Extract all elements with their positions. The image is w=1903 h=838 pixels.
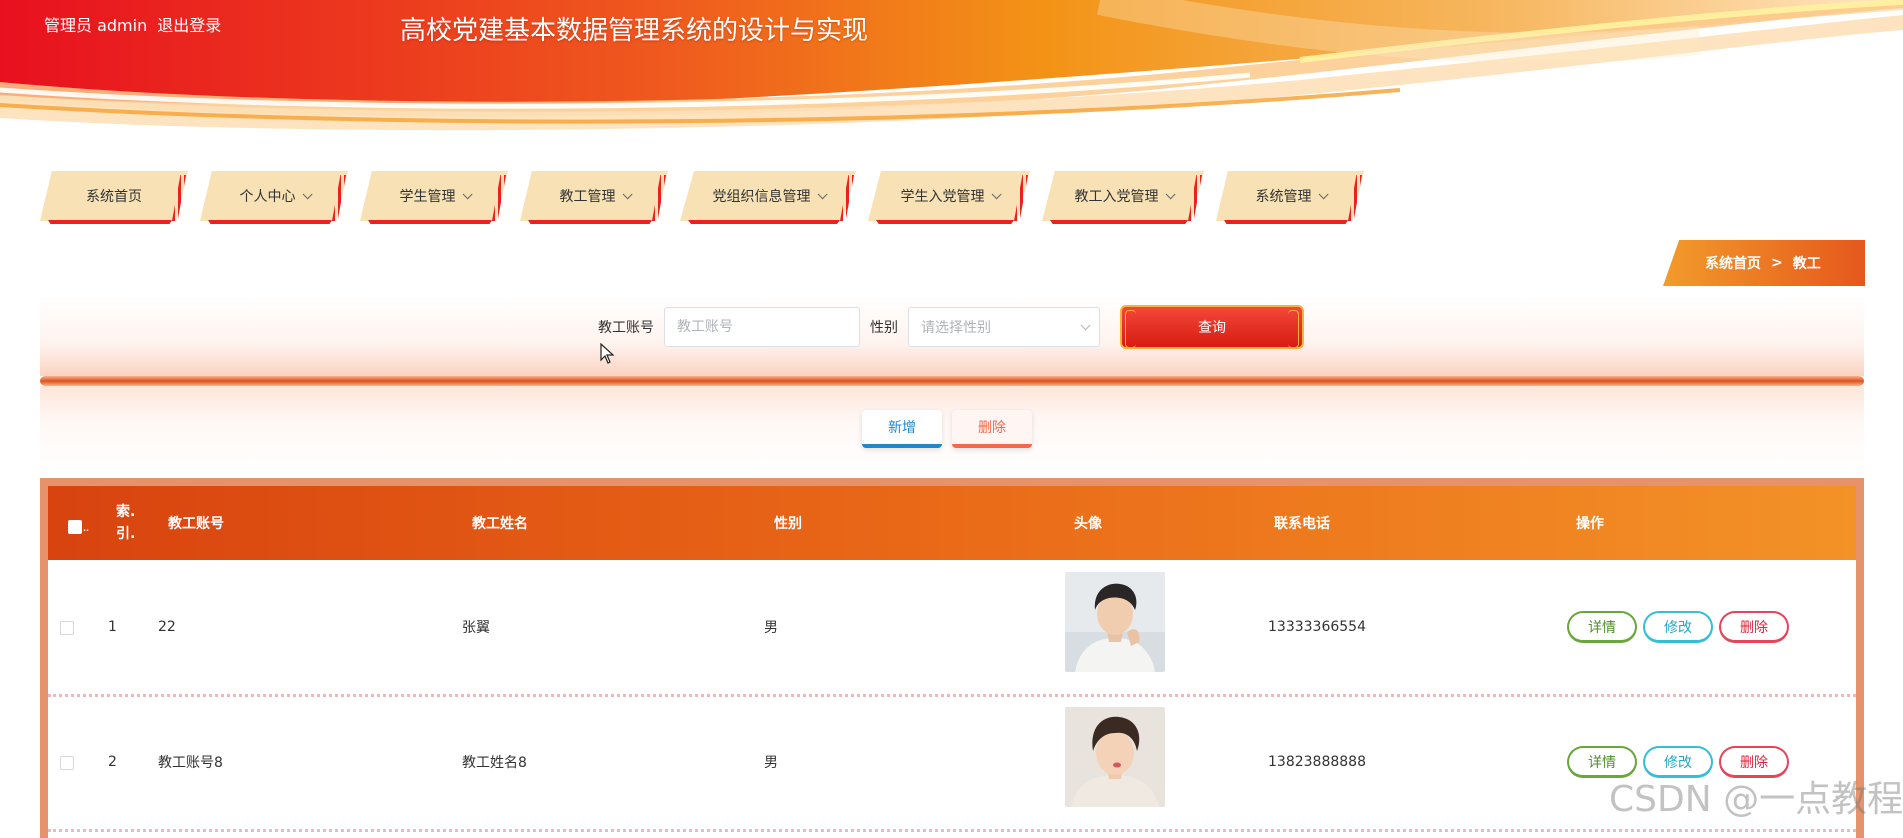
- header-index-line1: 索.: [116, 504, 136, 520]
- gender-label: 性别: [870, 320, 898, 336]
- row-account: 教工账号8: [158, 755, 223, 771]
- batch-delete-button[interactable]: 删除: [952, 410, 1032, 448]
- nav-item-label: 学生管理: [399, 189, 456, 205]
- table-header: .. 索. 引. 教工账号 教工姓名 性别 头像 联系电话 操作: [48, 486, 1856, 560]
- account-search-input[interactable]: [664, 307, 860, 347]
- header-name: 教工姓名: [472, 516, 528, 532]
- add-button-label: 新增: [888, 420, 916, 436]
- table-row: 2 教工账号8 教工姓名8 男 13823888888 详情 修改 删除: [48, 695, 1856, 829]
- breadcrumb-current: 教工: [1792, 256, 1821, 272]
- header-phone: 联系电话: [1274, 516, 1330, 532]
- nav-item-label: 系统管理: [1255, 189, 1312, 205]
- user-info: 管理员 admin 退出登录: [44, 12, 221, 36]
- row-avatar[interactable]: [1065, 572, 1165, 672]
- chevron-down-icon: [817, 188, 828, 199]
- row-checkbox[interactable]: [60, 756, 74, 770]
- header-index-line2: 引.: [116, 526, 136, 542]
- avatar-photo-icon: [1065, 572, 1165, 672]
- avatar-photo-icon: [1065, 707, 1165, 807]
- mouse-cursor-icon: [600, 343, 615, 364]
- table-row: 1 22 张翼 男 13333366554 详情 修改 删除: [48, 560, 1856, 694]
- row-divider: [48, 829, 1856, 832]
- gender-select[interactable]: 请选择性别: [908, 307, 1100, 347]
- breadcrumb: 系统首页 > 教工: [1663, 240, 1865, 286]
- watermark: CSDN @一点教程: [1609, 779, 1903, 820]
- breadcrumb-separator: >: [1771, 255, 1783, 271]
- row-delete-button[interactable]: 删除: [1719, 611, 1789, 643]
- row-detail-button[interactable]: 详情: [1567, 611, 1637, 643]
- current-user-label: 管理员 admin: [44, 16, 148, 35]
- search-form: 教工账号 性别 请选择性别 查询: [598, 305, 1304, 349]
- row-index: 1: [108, 619, 117, 635]
- header-gender: 性别: [774, 516, 802, 532]
- table-actions: 新增 删除: [862, 410, 1032, 448]
- banner-background: [0, 0, 1903, 150]
- nav-item-label: 学生入党管理: [900, 189, 985, 205]
- nav-item-label: 教工管理: [559, 189, 616, 205]
- row-gender: 男: [764, 755, 778, 771]
- row-name: 张翼: [462, 620, 490, 636]
- chevron-down-icon: [462, 188, 473, 199]
- row-index: 2: [108, 754, 117, 770]
- band-divider: [40, 376, 1864, 386]
- header-avatar: 头像: [1074, 516, 1102, 532]
- nav-item-system-management[interactable]: 系统管理: [1216, 171, 1364, 224]
- query-button-label: 查询: [1198, 320, 1226, 336]
- chevron-down-icon: [1318, 188, 1329, 199]
- select-all-checkbox[interactable]: [68, 520, 82, 534]
- row-account: 22: [158, 619, 176, 635]
- chevron-down-icon: [1165, 188, 1176, 199]
- logout-link[interactable]: 退出登录: [157, 12, 221, 36]
- nav-item-label: 教工入党管理: [1074, 189, 1159, 205]
- query-button[interactable]: 查询: [1120, 305, 1304, 349]
- breadcrumb-home[interactable]: 系统首页: [1705, 253, 1761, 273]
- row-avatar[interactable]: [1065, 707, 1165, 807]
- nav-item-staff-party-admission[interactable]: 教工入党管理: [1042, 171, 1204, 224]
- row-phone: 13823888888: [1268, 754, 1366, 770]
- main-nav: 系统首页 个人中心 学生管理 教工管理 党组织信息管理 学生入党管理 教工入党管…: [40, 171, 1376, 224]
- batch-delete-button-label: 删除: [978, 420, 1006, 436]
- select-all-ellipsis: ..: [83, 524, 90, 533]
- nav-item-personal-center[interactable]: 个人中心: [200, 171, 348, 224]
- staff-table: .. 索. 引. 教工账号 教工姓名 性别 头像 联系电话 操作 1 22 张翼…: [40, 478, 1864, 838]
- nav-item-home[interactable]: 系统首页: [40, 171, 188, 224]
- gender-select-placeholder: 请选择性别: [921, 320, 991, 336]
- nav-item-student-management[interactable]: 学生管理: [360, 171, 508, 224]
- row-edit-button[interactable]: 修改: [1643, 611, 1713, 643]
- chevron-down-icon: [1080, 319, 1091, 330]
- account-label: 教工账号: [598, 320, 654, 336]
- header-account: 教工账号: [168, 516, 224, 532]
- nav-item-staff-management[interactable]: 教工管理: [520, 171, 668, 224]
- row-gender: 男: [764, 620, 778, 636]
- chevron-down-icon: [991, 188, 1002, 199]
- row-checkbox[interactable]: [60, 621, 74, 635]
- row-phone: 13333366554: [1268, 619, 1366, 635]
- header-banner: 管理员 admin 退出登录 高校党建基本数据管理系统的设计与实现: [0, 0, 1903, 150]
- nav-item-student-party-admission[interactable]: 学生入党管理: [868, 171, 1030, 224]
- nav-item-label: 系统首页: [86, 189, 142, 205]
- nav-item-label: 党组织信息管理: [712, 189, 811, 205]
- chevron-down-icon: [622, 188, 633, 199]
- add-button[interactable]: 新增: [862, 410, 942, 448]
- header-ops: 操作: [1576, 516, 1604, 532]
- header-index: 索. 引.: [116, 486, 135, 560]
- nav-item-party-org-info[interactable]: 党组织信息管理: [680, 171, 856, 224]
- system-title: 高校党建基本数据管理系统的设计与实现: [400, 16, 869, 46]
- row-name: 教工姓名8: [462, 755, 527, 771]
- chevron-down-icon: [302, 188, 313, 199]
- nav-item-label: 个人中心: [239, 189, 296, 205]
